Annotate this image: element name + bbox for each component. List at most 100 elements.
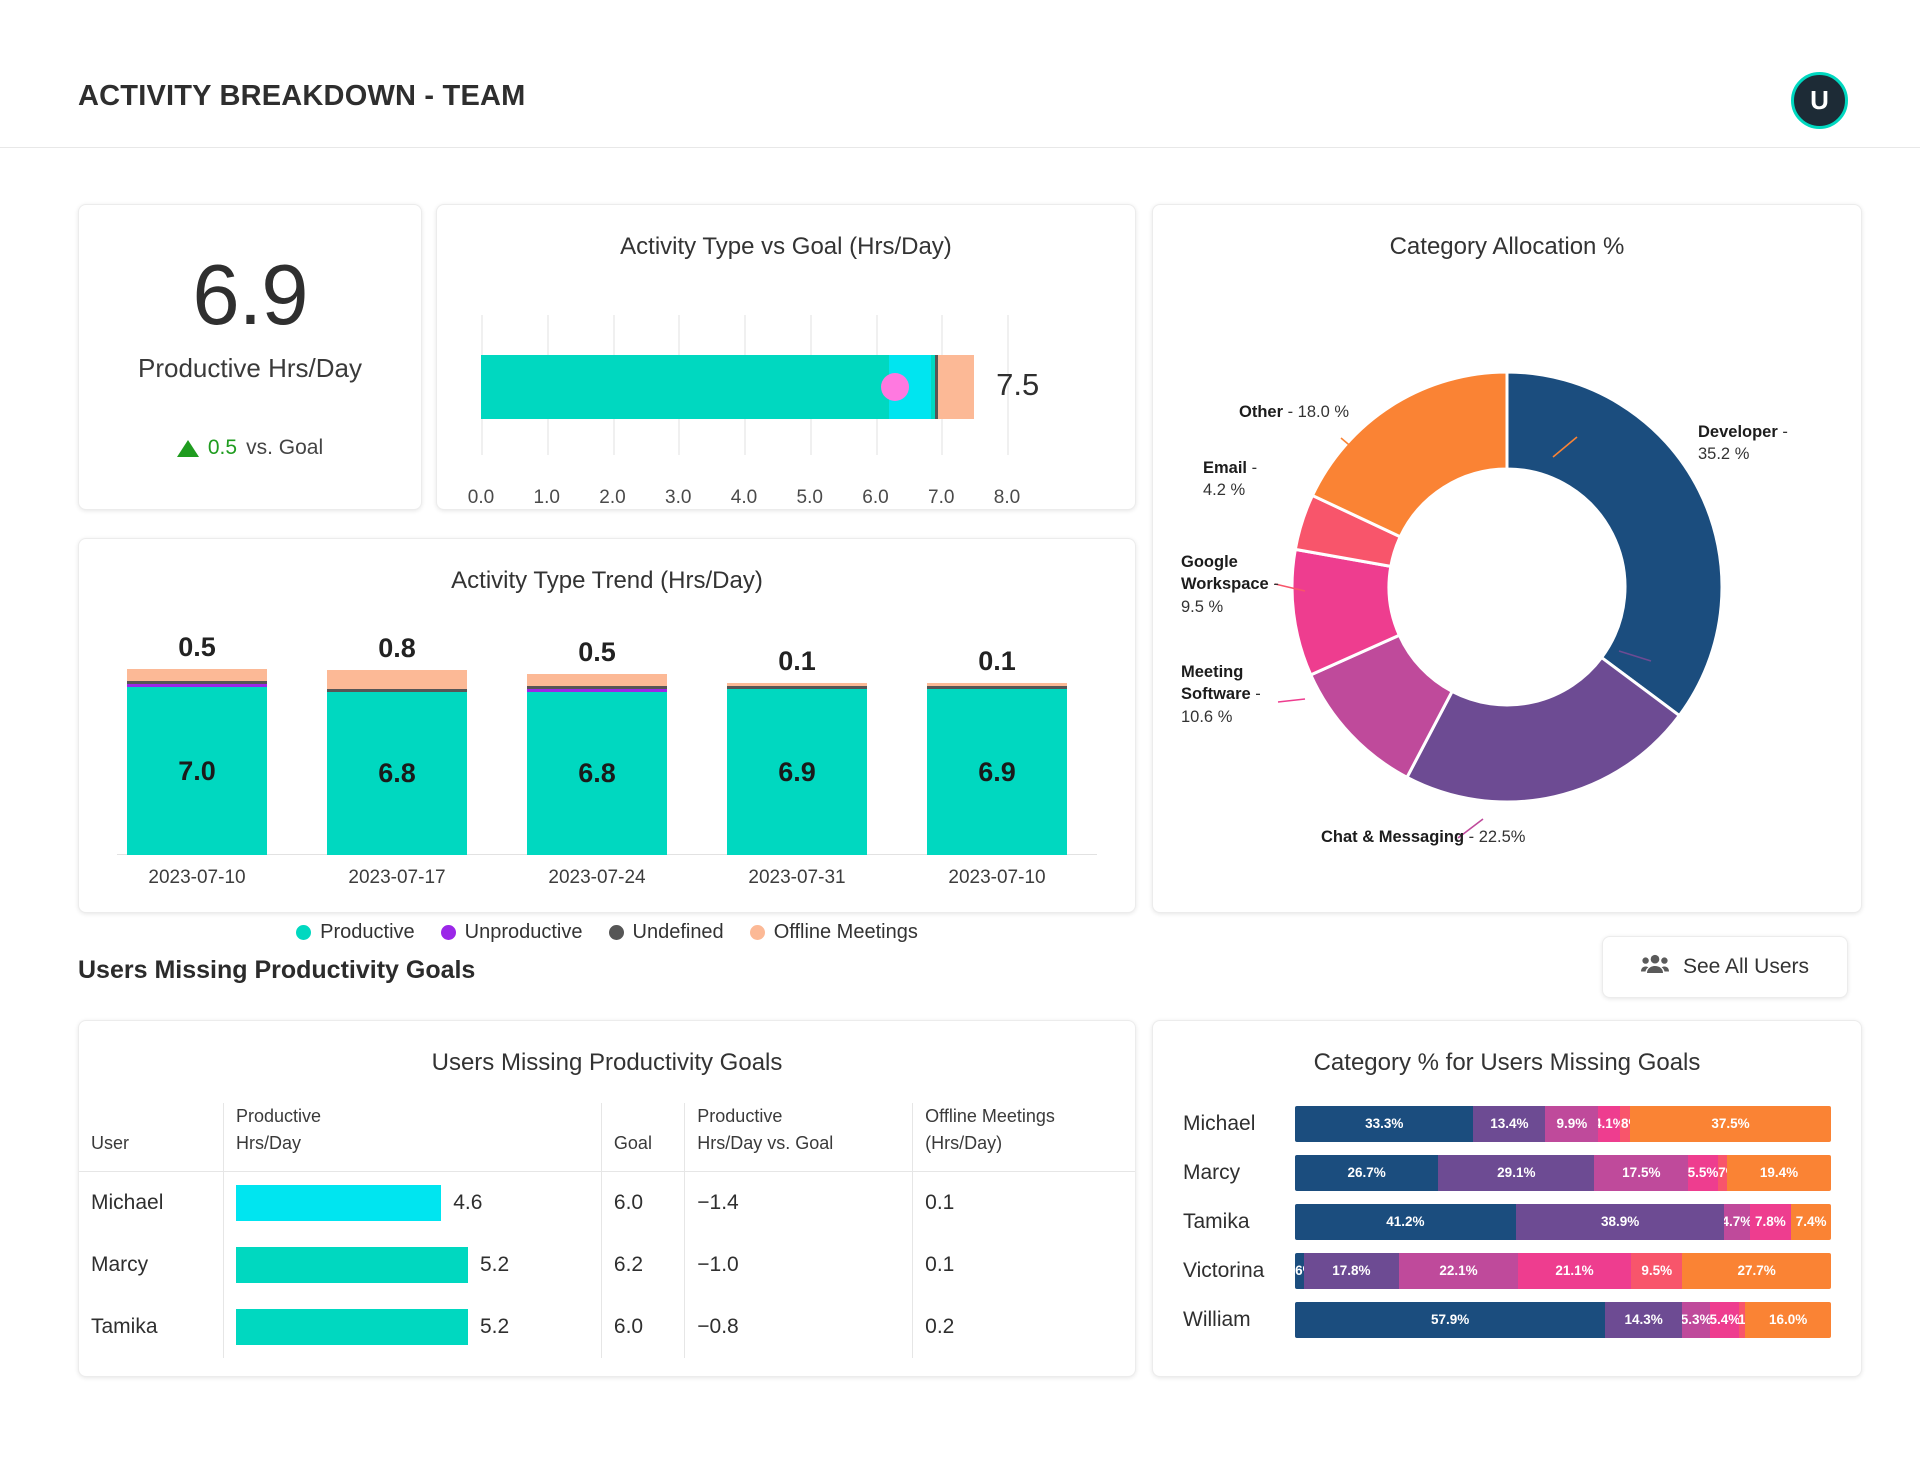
- user-category-bar[interactable]: 26.7%29.1%17.5%5.5%1.7%19.4%: [1295, 1155, 1831, 1191]
- cell-user: Tamika: [79, 1296, 224, 1358]
- legend-label: Undefined: [633, 921, 724, 944]
- user-category-segment-email[interactable]: 9.5%: [1631, 1253, 1682, 1289]
- trend-chart-plot: 0.57.00.86.80.56.80.16.90.16.9: [79, 615, 1135, 855]
- user-category-row: William57.9%14.3%5.3%5.4%1.1%16.0%: [1183, 1295, 1831, 1344]
- user-category-segment-other[interactable]: 16.0%: [1745, 1302, 1831, 1338]
- table-row[interactable]: Tamika5.26.0−0.80.2: [79, 1296, 1135, 1358]
- trend-segment-productive: 6.8: [327, 692, 467, 855]
- trend-segment-productive: 7.0: [127, 687, 267, 855]
- avatar[interactable]: U: [1791, 72, 1848, 129]
- legend-color-dot: [441, 925, 456, 940]
- user-category-segment-google-workspace[interactable]: 5.5%: [1688, 1155, 1718, 1191]
- inline-bar-value: 5.2: [480, 1315, 509, 1339]
- cell-offline: 0.1: [913, 1172, 1135, 1235]
- user-category-name: Michael: [1183, 1112, 1295, 1136]
- legend-label: Offline Meetings: [774, 921, 918, 944]
- legend-label: Unproductive: [465, 921, 583, 944]
- user-category-segment-meeting-software[interactable]: 22.1%: [1399, 1253, 1518, 1289]
- page-title: ACTIVITY BREAKDOWN - TEAM: [78, 80, 526, 113]
- user-category-segment-google-workspace[interactable]: 21.1%: [1518, 1253, 1631, 1289]
- inline-bar-value: 4.6: [453, 1191, 482, 1215]
- donut-label-meeting-software: MeetingSoftware - 10.6 %: [1181, 661, 1261, 728]
- trend-bar-group: 0.16.9: [927, 646, 1067, 855]
- user-category-name: Victorina: [1183, 1259, 1295, 1283]
- user-category-segment-chat-messaging[interactable]: 29.1%: [1438, 1155, 1594, 1191]
- user-category-segment-meeting-software[interactable]: 9.9%: [1545, 1106, 1598, 1142]
- user-category-bar[interactable]: 41.2%38.9%4.7%7.8%7.4%: [1295, 1204, 1831, 1240]
- user-category-segment-google-workspace[interactable]: 5.4%: [1710, 1302, 1739, 1338]
- user-category-bar[interactable]: 33.3%13.4%9.9%4.1%1.8%37.5%: [1295, 1106, 1831, 1142]
- cell-offline: 0.2: [913, 1296, 1135, 1358]
- x-axis-tick-label: 0.0: [468, 487, 494, 509]
- cell-user: Michael: [79, 1172, 224, 1235]
- trend-bar-top-label: 0.1: [927, 646, 1067, 677]
- user-category-segment-meeting-software[interactable]: 4.7%: [1724, 1204, 1749, 1240]
- user-category-segment-chat-messaging[interactable]: 17.8%: [1304, 1253, 1400, 1289]
- trend-bar-group: 0.5 7.0: [127, 632, 267, 855]
- donut-chart-title: Category Allocation %: [1153, 205, 1861, 261]
- bullet-chart-plot: 7.5 0.01.02.03.04.05.06.07.08.0: [437, 291, 1135, 481]
- user-category-name: Tamika: [1183, 1210, 1295, 1234]
- legend-item[interactable]: Offline Meetings: [750, 921, 918, 944]
- user-category-name: Marcy: [1183, 1161, 1295, 1185]
- inline-bar: [236, 1247, 468, 1283]
- inline-bar-wrapper: 5.2: [236, 1309, 589, 1345]
- trend-chart-card: Activity Type Trend (Hrs/Day) 0.5 7.0 0.8 6…: [78, 538, 1136, 913]
- table-row[interactable]: Marcy5.26.2−1.00.1: [79, 1234, 1135, 1296]
- user-category-segment-other[interactable]: 37.5%: [1630, 1106, 1831, 1142]
- legend-item[interactable]: Productive: [296, 921, 415, 944]
- trend-segment-offline-meetings: [527, 674, 667, 686]
- dashboard-page: ACTIVITY BREAKDOWN - TEAM U 6.9 Producti…: [0, 0, 1920, 1459]
- legend-item[interactable]: Unproductive: [441, 921, 583, 944]
- user-category-segment-developer[interactable]: 26.7%: [1295, 1155, 1438, 1191]
- trend-bar-top-label: 0.8: [327, 633, 467, 664]
- user-category-segment-meeting-software[interactable]: 5.3%: [1682, 1302, 1710, 1338]
- user-category-card: Category % for Users Missing Goals Micha…: [1152, 1020, 1862, 1377]
- cell-vs-goal: −1.0: [685, 1234, 913, 1296]
- inline-bar-wrapper: 4.6: [236, 1185, 589, 1221]
- see-all-users-label: See All Users: [1683, 955, 1809, 979]
- bullet-goal-label: 7.5: [996, 367, 1039, 403]
- user-category-segment-email[interactable]: 1.8%: [1620, 1106, 1630, 1142]
- trend-x-axis: 2023-07-102023-07-172023-07-242023-07-31…: [79, 867, 1135, 903]
- see-all-users-button[interactable]: See All Users: [1602, 936, 1848, 998]
- donut-chart-plot: Developer - 35.2 %Chat & Messaging - 22.…: [1153, 261, 1861, 881]
- trend-bar-top-label: 0.5: [127, 632, 267, 663]
- user-category-segment-chat-messaging[interactable]: 38.9%: [1516, 1204, 1725, 1240]
- user-category-segment-chat-messaging[interactable]: 14.3%: [1605, 1302, 1682, 1338]
- cell-productive: 4.6: [224, 1172, 602, 1235]
- donut-chart-card: Category Allocation % Developer - 35.2 %…: [1152, 204, 1862, 913]
- user-category-segment-developer[interactable]: 33.3%: [1295, 1106, 1473, 1142]
- bullet-chart-title: Activity Type vs Goal (Hrs/Day): [437, 205, 1135, 261]
- user-category-segment-other[interactable]: 19.4%: [1727, 1155, 1831, 1191]
- trend-date-label: 2023-07-31: [748, 867, 845, 889]
- user-category-segment-google-workspace[interactable]: 7.8%: [1750, 1204, 1792, 1240]
- user-category-segment-chat-messaging[interactable]: 13.4%: [1473, 1106, 1545, 1142]
- user-category-segment-email[interactable]: 1.7%: [1718, 1155, 1727, 1191]
- user-category-bar[interactable]: 1.6%17.8%22.1%21.1%9.5%27.7%: [1295, 1253, 1831, 1289]
- user-category-segment-other[interactable]: 27.7%: [1682, 1253, 1831, 1289]
- x-axis-tick-label: 7.0: [928, 487, 954, 509]
- kpi-label: Productive Hrs/Day: [79, 353, 421, 384]
- x-axis-tick-label: 4.0: [731, 487, 757, 509]
- user-category-bar[interactable]: 57.9%14.3%5.3%5.4%1.1%16.0%: [1295, 1302, 1831, 1338]
- legend-item[interactable]: Undefined: [609, 921, 724, 944]
- user-category-segment-meeting-software[interactable]: 17.5%: [1594, 1155, 1688, 1191]
- trend-segment-productive: 6.9: [927, 689, 1067, 855]
- user-category-segment-developer[interactable]: 41.2%: [1295, 1204, 1516, 1240]
- kpi-delta-value: 0.5: [208, 436, 237, 460]
- user-category-segment-developer[interactable]: 57.9%: [1295, 1302, 1605, 1338]
- trend-segment-productive: 6.8: [527, 692, 667, 855]
- donut-label-chat-messaging: Chat & Messaging - 22.5%: [1321, 826, 1525, 848]
- user-category-segment-developer[interactable]: 1.6%: [1295, 1253, 1304, 1289]
- bullet-segment-offline-meetings: [938, 355, 974, 419]
- trend-chart-title: Activity Type Trend (Hrs/Day): [79, 539, 1135, 595]
- cell-vs-goal: −1.4: [685, 1172, 913, 1235]
- user-category-segment-google-workspace[interactable]: 4.1%: [1598, 1106, 1620, 1142]
- table-row[interactable]: Michael 4.6 6.0−1.40.1: [79, 1172, 1135, 1235]
- user-category-segment-other[interactable]: 7.4%: [1791, 1204, 1831, 1240]
- cell-offline: 0.1: [913, 1234, 1135, 1296]
- cell-goal: 6.0: [601, 1172, 684, 1235]
- trend-bar-stack: 6.8: [527, 674, 667, 855]
- trend-date-label: 2023-07-10: [148, 867, 245, 889]
